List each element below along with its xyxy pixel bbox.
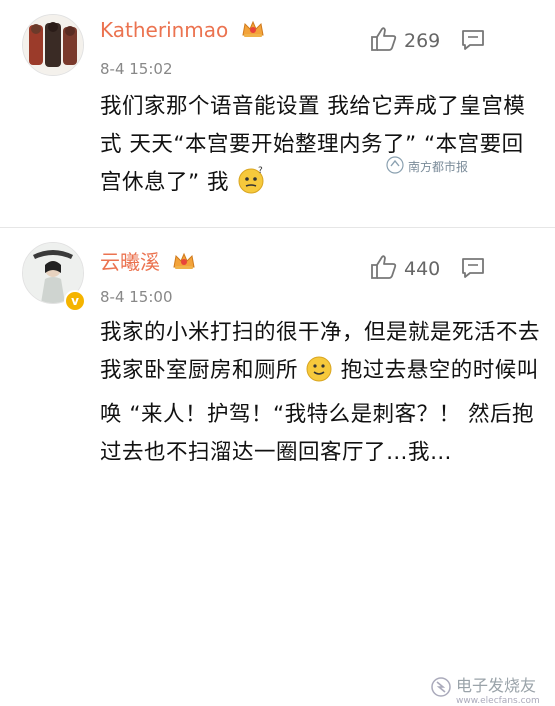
comment-bubble-icon [460, 30, 486, 56]
smile-face-icon [305, 355, 333, 396]
comment-text: 我们家那个语音能设置 我给它弄成了皇宫模式 天天“本宫要开始整理内务了” “本宫… [100, 88, 540, 208]
comment-text: 我家的小米打扫的很干净，但是就是死活不去我家卧室厨房和厕所 抱过去悬空的时候叫唤… [100, 320, 541, 465]
comment-bubble-icon [460, 258, 486, 284]
comment-item: Katherinmao 8-4 15:02 269 我们家那个语音能设置 我给它… [0, 0, 555, 228]
elecfans-watermark: 电子发烧友 www.elecfans.com [430, 672, 540, 706]
vip-crown-icon [241, 19, 265, 44]
like-count: 269 [404, 30, 441, 52]
newspaper-logo-icon [386, 156, 404, 177]
svg-text:?: ? [258, 166, 263, 176]
thumbs-up-icon [370, 26, 398, 56]
newspaper-watermark: 南方都市报 [386, 156, 468, 177]
like-button[interactable]: 269 [370, 26, 440, 56]
elecfans-logo-icon [430, 676, 452, 702]
comment-timestamp: 8-4 15:00 [100, 288, 173, 306]
like-count: 440 [404, 258, 441, 280]
thumbs-up-icon [370, 254, 398, 284]
thinking-face-icon: ? [236, 165, 266, 208]
reply-button[interactable] [460, 256, 486, 284]
username[interactable]: 云曦溪 [100, 246, 196, 276]
verified-badge-icon: v [64, 290, 86, 312]
vip-crown-icon [172, 251, 196, 276]
username[interactable]: Katherinmao [100, 18, 265, 44]
avatar[interactable] [22, 14, 84, 76]
comment-item: v 云曦溪 8-4 15:00 440 我家的小米打扫的很干净，但是就是死活不去… [0, 228, 555, 706]
reply-button[interactable] [460, 28, 486, 56]
comment-timestamp: 8-4 15:02 [100, 60, 173, 78]
like-button[interactable]: 440 [370, 254, 440, 284]
